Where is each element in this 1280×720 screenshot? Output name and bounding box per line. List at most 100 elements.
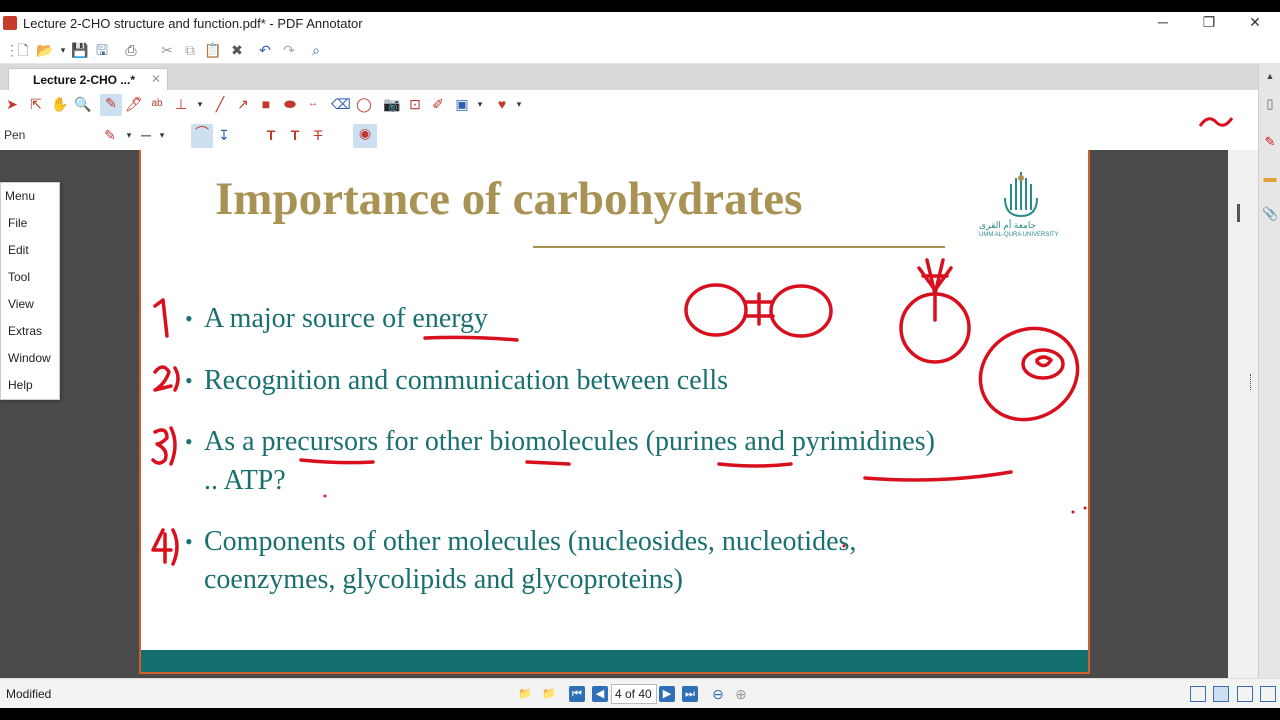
- smooth-line-icon[interactable]: ⌒: [191, 124, 213, 148]
- marker-icon[interactable]: 🖊: [125, 95, 143, 113]
- pen-color-dropdown-icon[interactable]: ▾: [120, 126, 138, 144]
- tab-close-icon[interactable]: ✕: [151, 72, 161, 86]
- ink-number-3: [151, 428, 169, 465]
- menu-item-tool[interactable]: Tool: [8, 270, 30, 284]
- menu-title: Menu: [5, 189, 36, 203]
- highlighter-icon[interactable]: ✐: [429, 95, 447, 113]
- image-icon[interactable]: ▣: [453, 95, 471, 113]
- menu-item-edit[interactable]: Edit: [8, 243, 29, 257]
- pdf-annotator-window: Lecture 2-CHO structure and function.pdf…: [0, 0, 1280, 720]
- back-folder-icon[interactable]: 📁: [517, 686, 533, 702]
- camera-icon[interactable]: 📷: [383, 95, 401, 113]
- minimize-button[interactable]: ─: [1140, 14, 1186, 34]
- save-all-icon[interactable]: 🖫: [93, 41, 111, 59]
- eraser-icon[interactable]: ⌫: [331, 95, 351, 113]
- continuous-view-icon[interactable]: [1213, 686, 1229, 702]
- next-page-icon[interactable]: ▶: [659, 686, 675, 702]
- ink-mode-icon[interactable]: ◉: [353, 124, 377, 148]
- image-dropdown-icon[interactable]: ▾: [471, 95, 489, 113]
- menu-item-file[interactable]: File: [8, 216, 27, 230]
- favorites-dropdown-icon[interactable]: ▾: [510, 95, 528, 113]
- history-forward-icon[interactable]: ⊕: [733, 686, 749, 702]
- text-underline-icon[interactable]: T: [262, 126, 280, 144]
- ink-underline-purines: [717, 462, 793, 468]
- previous-page-icon[interactable]: ◀: [592, 686, 608, 702]
- slide-footer-band: [141, 650, 1088, 672]
- undo-icon[interactable]: ↶: [256, 41, 274, 59]
- binoculars-icon[interactable]: ⌕: [307, 41, 325, 59]
- last-page-icon[interactable]: ⏭: [682, 686, 698, 702]
- page-panel-icon[interactable]: ▯: [1262, 96, 1278, 112]
- redo-icon[interactable]: ↷: [280, 41, 298, 59]
- bullet-3: As a precursors for other biomolecules (…: [204, 426, 935, 457]
- ink-link: [743, 292, 775, 326]
- paste-icon[interactable]: 📋: [204, 41, 222, 59]
- pen-preview-stroke-icon: [1198, 117, 1234, 127]
- page-number-field[interactable]: 4 of 40: [611, 684, 657, 704]
- comment-icon[interactable]: ◯: [355, 95, 373, 113]
- splitter-grip[interactable]: [1250, 374, 1253, 390]
- two-page-view-icon[interactable]: [1237, 686, 1253, 702]
- cut-icon[interactable]: ✂: [158, 41, 176, 59]
- main-toolbar: ⋮ 🗋 📂 ▾ 💾 🖫 ⎙ ✂ ⧉ 📋 ✖ ↶ ↷ ⌕: [0, 36, 1280, 64]
- text-squiggly-icon[interactable]: T: [286, 126, 304, 144]
- bullet-4-continuation: coenzymes, glycolipids and glycoproteins…: [204, 564, 683, 595]
- bullet-symbol: •: [185, 429, 193, 454]
- copy-icon[interactable]: ⧉: [181, 41, 199, 59]
- ellipse-icon[interactable]: ⬬: [281, 95, 299, 113]
- app-icon: [3, 16, 17, 30]
- pen-panel-icon[interactable]: ✎: [1262, 134, 1278, 150]
- crop-icon[interactable]: ⊡: [406, 95, 424, 113]
- ink-underline-pyrimidines: [863, 470, 1013, 482]
- ink-paren-3: [169, 426, 177, 466]
- close-button[interactable]: ✕: [1232, 14, 1278, 34]
- document-status: Modified: [6, 687, 52, 701]
- zoom-icon[interactable]: 🔍: [74, 95, 92, 113]
- folder-panel-icon[interactable]: ▬: [1262, 170, 1278, 186]
- annotation-toolbar: ➤ ⇱ ✋ 🔍 ✎ 🖊 ab ⊥ ▾ ╱ ↗ ■ ⬬ ↔ ⌫ ◯ 📷 ⊡ ✐ ▣…: [0, 90, 1258, 150]
- menu-item-extras[interactable]: Extras: [8, 324, 42, 338]
- straighten-icon[interactable]: ↧: [215, 126, 233, 144]
- title-underline: [533, 246, 945, 248]
- pen-color-icon[interactable]: ✎: [101, 126, 119, 144]
- ink-underline-energy: [423, 335, 519, 342]
- measure-icon[interactable]: ↔: [304, 95, 322, 113]
- line-icon[interactable]: ╱: [211, 95, 229, 113]
- text-box-icon[interactable]: ab: [148, 95, 166, 113]
- attachment-panel-icon[interactable]: 📎: [1262, 206, 1278, 222]
- menu-item-help[interactable]: Help: [8, 378, 33, 392]
- stamp-dropdown-icon[interactable]: ▾: [191, 95, 209, 113]
- scroll-thumb[interactable]: [1237, 204, 1240, 222]
- vertical-scrollbar[interactable]: [1228, 150, 1258, 678]
- open-dropdown-icon[interactable]: ▾: [54, 41, 72, 59]
- maximize-button[interactable]: ❐: [1186, 14, 1232, 34]
- print-icon[interactable]: ⎙: [122, 41, 140, 59]
- line-width-dropdown-icon[interactable]: ▾: [153, 126, 171, 144]
- two-page-continuous-view-icon[interactable]: [1260, 686, 1276, 702]
- menu-item-view[interactable]: View: [8, 297, 34, 311]
- history-back-icon[interactable]: ⊖: [710, 686, 726, 702]
- forward-folder-icon[interactable]: 📁: [541, 686, 557, 702]
- single-page-view-icon[interactable]: [1190, 686, 1206, 702]
- panel-up-arrow-icon[interactable]: ▲: [1262, 68, 1278, 84]
- open-folder-icon[interactable]: 📂: [36, 41, 54, 59]
- text-strikeout-icon[interactable]: T: [309, 126, 327, 144]
- first-page-icon[interactable]: ⏮: [569, 686, 585, 702]
- arrow-icon[interactable]: ↗: [234, 95, 252, 113]
- bullet-symbol: •: [185, 306, 193, 331]
- select-arrow-icon[interactable]: ➤: [3, 95, 21, 113]
- hand-icon[interactable]: ✋: [51, 95, 69, 113]
- pdf-page[interactable]: Importance of carbohydrates جامعة أم الق…: [139, 150, 1090, 674]
- new-document-icon[interactable]: 🗋: [14, 41, 32, 59]
- stamp-icon[interactable]: ⊥: [172, 95, 190, 113]
- pen-tool-icon[interactable]: ✎: [100, 94, 122, 116]
- select-text-icon[interactable]: ⇱: [27, 95, 45, 113]
- tab-document[interactable]: Lecture 2-CHO ...* ✕: [8, 68, 168, 90]
- save-icon[interactable]: 💾: [71, 41, 89, 59]
- delete-icon[interactable]: ✖: [228, 41, 246, 59]
- menu-item-window[interactable]: Window: [8, 351, 51, 365]
- university-name-english: UMM AL-QURA UNIVERSITY: [979, 232, 1059, 238]
- bullet-symbol: •: [185, 368, 193, 393]
- rectangle-icon[interactable]: ■: [257, 95, 275, 113]
- favorites-heart-icon[interactable]: ♥: [493, 95, 511, 113]
